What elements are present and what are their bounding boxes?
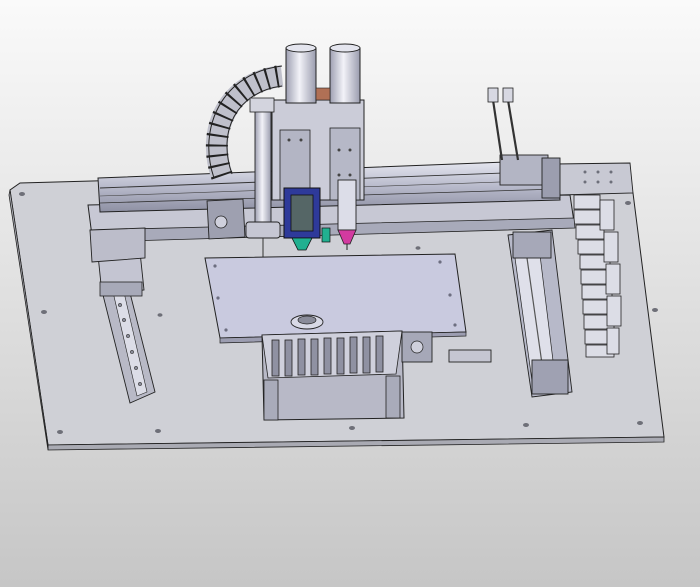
cad-viewport[interactable] (0, 0, 700, 587)
work-bed-plate[interactable] (204, 253, 467, 344)
corner-mount-plate[interactable] (554, 162, 634, 196)
small-spacer-block[interactable] (448, 349, 492, 363)
machine-model-canvas[interactable] (0, 0, 700, 587)
